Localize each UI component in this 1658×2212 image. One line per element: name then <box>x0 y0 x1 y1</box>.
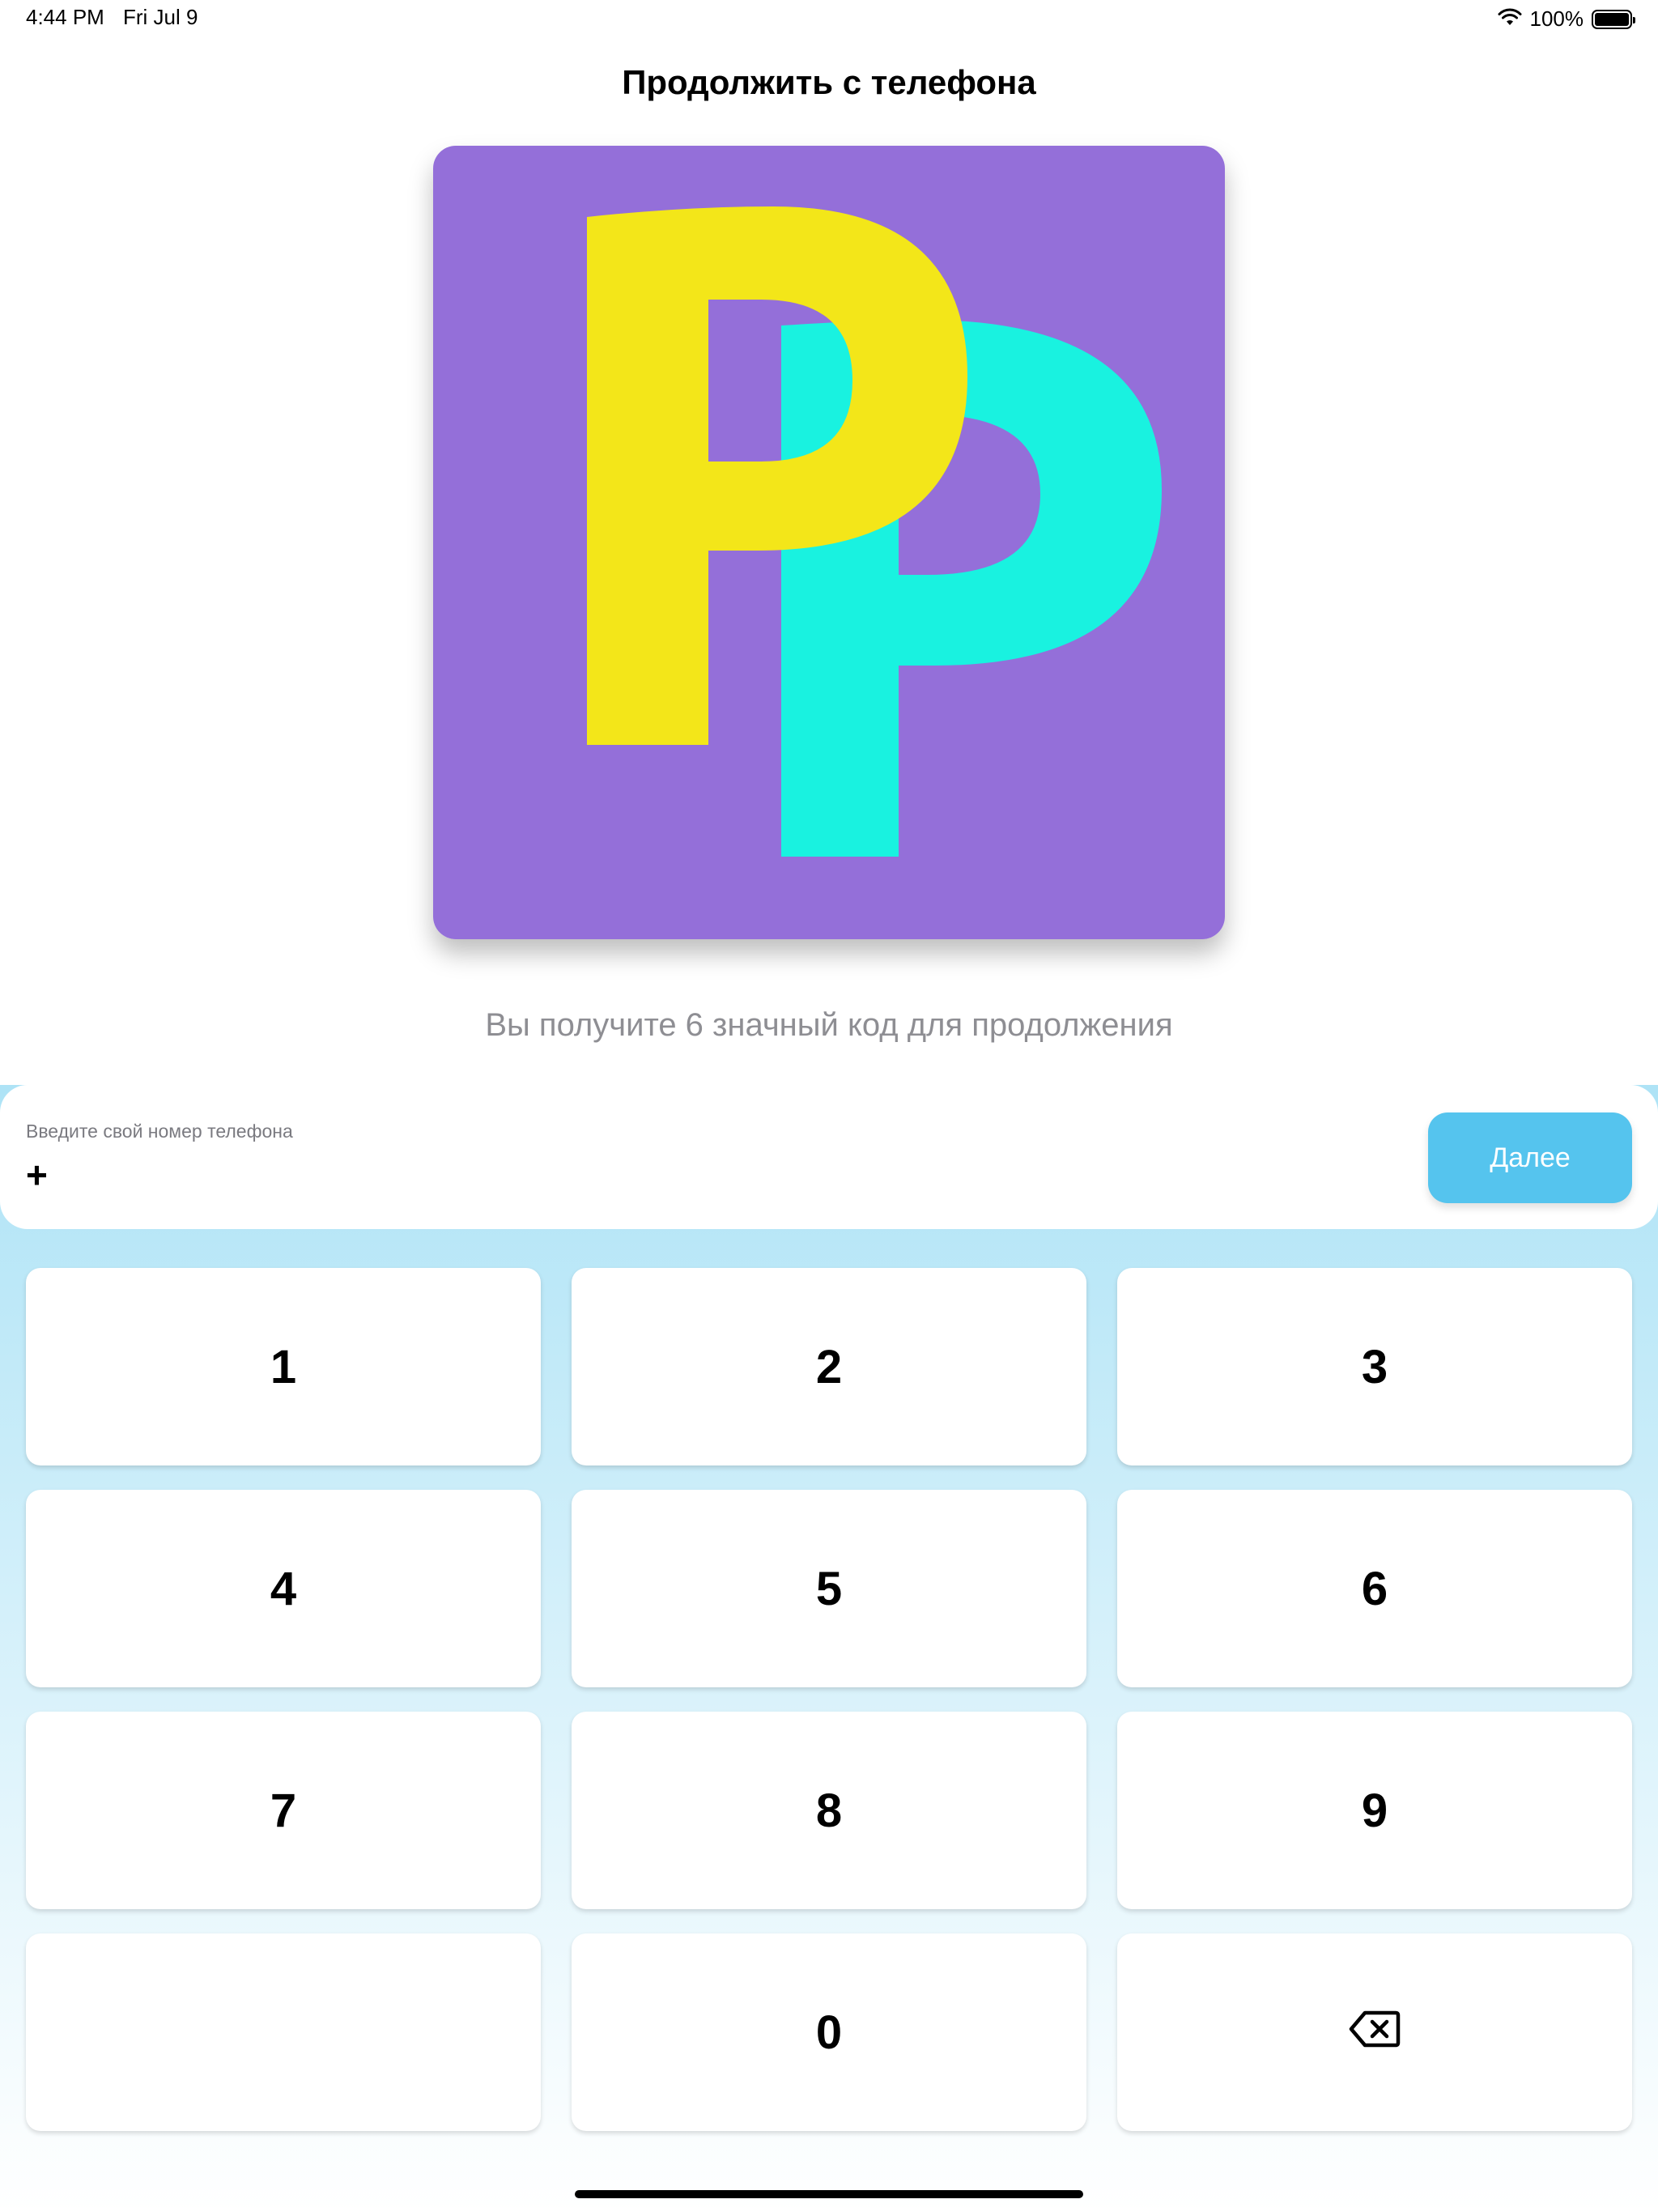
wifi-icon <box>1498 7 1522 31</box>
key-empty <box>26 1933 541 2131</box>
key-8[interactable]: 8 <box>572 1712 1086 1909</box>
status-bar: 4:44 PM Fri Jul 9 100% <box>0 0 1658 39</box>
next-button[interactable]: Далее <box>1428 1112 1632 1203</box>
page-title: Продолжить с телефона <box>622 63 1036 101</box>
key-6[interactable]: 6 <box>1117 1490 1632 1687</box>
key-4[interactable]: 4 <box>26 1490 541 1687</box>
key-9[interactable]: 9 <box>1117 1712 1632 1909</box>
key-2[interactable]: 2 <box>572 1268 1086 1465</box>
app-logo <box>433 146 1225 939</box>
key-delete[interactable] <box>1117 1933 1632 2131</box>
status-indicators: 100% <box>1498 6 1635 32</box>
key-0[interactable]: 0 <box>572 1933 1086 2131</box>
backspace-icon <box>1349 2006 1401 2060</box>
battery-icon <box>1592 9 1635 29</box>
phone-field-label: Введите свой номер телефона <box>26 1121 293 1142</box>
key-3[interactable]: 3 <box>1117 1268 1632 1465</box>
battery-percent: 100% <box>1529 6 1584 31</box>
status-time: 4:44 PM <box>26 5 104 29</box>
status-date: Fri Jul 9 <box>123 5 198 29</box>
home-indicator[interactable] <box>575 2190 1083 2198</box>
numeric-keypad: 1 2 3 4 5 6 7 8 9 0 <box>26 1268 1632 2131</box>
key-5[interactable]: 5 <box>572 1490 1086 1687</box>
subtitle: Вы получите 6 значный код для продолжени… <box>485 1007 1173 1043</box>
phone-number-field[interactable]: + <box>26 1153 48 1197</box>
phone-entry-panel: Введите свой номер телефона + Далее <box>0 1085 1658 1229</box>
key-1[interactable]: 1 <box>26 1268 541 1465</box>
key-7[interactable]: 7 <box>26 1712 541 1909</box>
